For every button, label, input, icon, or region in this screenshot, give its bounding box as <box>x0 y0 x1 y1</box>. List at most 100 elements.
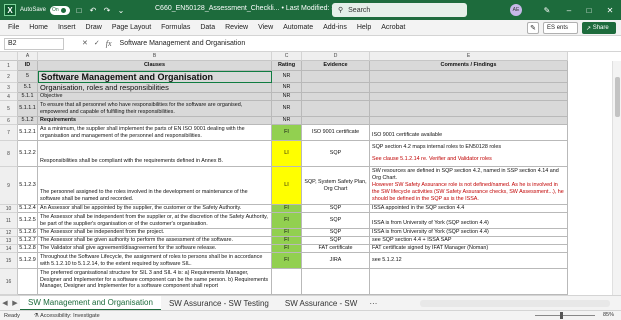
header-comments[interactable]: Comments / Findings <box>370 61 568 71</box>
avatar[interactable]: AE <box>510 4 522 16</box>
cell-evidence[interactable]: SQP <box>302 141 370 167</box>
cell-evidence[interactable]: FAT certificate <box>302 245 370 253</box>
header-rating[interactable]: Rating <box>272 61 302 71</box>
row-header[interactable]: 9 <box>0 167 18 205</box>
cell-comment[interactable] <box>370 101 568 117</box>
cell-id[interactable]: 5.1.2.3 <box>18 167 38 205</box>
cell-id[interactable]: 5.1.1 <box>18 93 38 101</box>
horizontal-scrollbar[interactable] <box>420 300 610 307</box>
cell-clause[interactable]: To ensure that all personnel who have re… <box>38 101 272 117</box>
row-header[interactable]: 7 <box>0 125 18 141</box>
scroll-thumb[interactable] <box>615 77 620 117</box>
autosave-toggle[interactable]: On <box>50 5 71 15</box>
zoom-slider-handle[interactable] <box>560 312 563 319</box>
cell-rating[interactable]: NR <box>272 83 302 93</box>
cell-clause[interactable]: Objective <box>38 93 272 101</box>
cell-rating[interactable]: FI <box>272 229 302 237</box>
tab-home[interactable]: Home <box>24 24 53 31</box>
row-header[interactable]: 10 <box>0 205 18 213</box>
close-icon[interactable]: ✕ <box>603 3 617 17</box>
cell-clause[interactable]: As a minimum, the supplier shall impleme… <box>38 125 272 141</box>
tab-insert[interactable]: Insert <box>53 24 81 31</box>
column-header-d[interactable]: D <box>302 52 370 61</box>
save-icon[interactable]: □ <box>74 5 84 15</box>
cell-comment[interactable] <box>370 269 568 295</box>
row-header[interactable]: 2 <box>0 71 18 83</box>
cell-comment[interactable]: FAT certificate signed by IFAT Manager (… <box>370 245 568 253</box>
cell-comment[interactable] <box>370 71 568 83</box>
cell-rating[interactable]: LI <box>272 167 302 205</box>
cell-rating[interactable]: FI <box>272 237 302 245</box>
cell-id[interactable]: 5.1.2.7 <box>18 237 38 245</box>
zoom-level[interactable]: 85% <box>603 312 614 318</box>
row-header[interactable]: 14 <box>0 245 18 253</box>
cell-clause[interactable]: The Assessor shall be given authority to… <box>38 237 272 245</box>
cell-id[interactable]: 5.1 <box>18 83 38 93</box>
sheet-next-icon[interactable]: ▶ <box>10 299 20 307</box>
cell-id[interactable]: 5 <box>18 71 38 83</box>
cell-id[interactable]: 5.1.2.5 <box>18 213 38 229</box>
tab-automate[interactable]: Automate <box>278 24 318 31</box>
tab-page-layout[interactable]: Page Layout <box>107 24 156 31</box>
cell-comment[interactable]: see 5.1.2.12 <box>370 253 568 269</box>
cell-clause[interactable]: Throughout the Software Lifecycle, the a… <box>38 253 272 269</box>
column-header-b[interactable]: B <box>38 52 272 61</box>
cell-id[interactable]: 5.1.2.4 <box>18 205 38 213</box>
cell-rating[interactable]: FI <box>272 253 302 269</box>
column-header-a[interactable]: A <box>18 52 38 61</box>
cell-comment[interactable]: ISSA is from University of York (SQP sec… <box>370 213 568 229</box>
cell-clause[interactable]: The personnel assigned to the roles invo… <box>38 167 272 205</box>
cancel-icon[interactable]: ✕ <box>82 39 88 48</box>
cell-comment[interactable]: SQP section 4.2 maps internal roles to E… <box>370 141 568 167</box>
cell-rating[interactable]: LI <box>272 141 302 167</box>
tab-formulas[interactable]: Formulas <box>156 24 195 31</box>
cell-clause[interactable]: Organisation, roles and responsibilities <box>38 83 272 93</box>
cell-comment[interactable]: ISO 9001 certificate available <box>370 125 568 141</box>
header-clauses[interactable]: Clauses <box>38 61 272 71</box>
tab-review[interactable]: Review <box>220 24 253 31</box>
cell-id[interactable]: 5.1.2.2 <box>18 141 38 167</box>
sheet-tab-sw-testing[interactable]: SW Assurance - SW Testing <box>161 296 277 311</box>
tab-draw[interactable]: Draw <box>80 24 106 31</box>
cell-clause[interactable]: An Assessor shall be appointed by the su… <box>38 205 272 213</box>
sheet-tab-sw-assurance[interactable]: SW Assurance - SW <box>277 296 365 311</box>
copilot-icon[interactable]: ✎ <box>540 3 554 17</box>
cell-clause[interactable]: The Assessor shall be independent from t… <box>38 229 272 237</box>
row-header[interactable]: 12 <box>0 229 18 237</box>
cell-comment[interactable]: ISSA is from University of York (SQP sec… <box>370 229 568 237</box>
sheet-prev-icon[interactable]: ◀ <box>0 299 10 307</box>
column-header-e[interactable]: E <box>370 52 568 61</box>
cell-comment[interactable] <box>370 117 568 125</box>
cell-clause[interactable]: Responsibilities shall be compliant with… <box>38 141 272 167</box>
cell-evidence[interactable] <box>302 269 370 295</box>
header-evidence[interactable]: Evidence <box>302 61 370 71</box>
search-box[interactable]: ⚲ Search <box>332 3 467 17</box>
cell-rating[interactable]: FI <box>272 213 302 229</box>
comment-icon[interactable]: ✎ <box>527 22 539 34</box>
row-header[interactable]: 15 <box>0 253 18 269</box>
redo-icon[interactable]: ↷ <box>102 5 112 15</box>
cell-id[interactable] <box>18 269 38 295</box>
row-header[interactable]: 1 <box>0 61 18 71</box>
column-header-c[interactable]: C <box>272 52 302 61</box>
cell-clause[interactable]: The Validator shall give agreement/disag… <box>38 245 272 253</box>
cell-evidence[interactable]: SQP <box>302 213 370 229</box>
row-header[interactable]: 4 <box>0 93 18 101</box>
cell-id[interactable]: 5.1.2.6 <box>18 229 38 237</box>
cell-evidence[interactable] <box>302 101 370 117</box>
worksheet-grid[interactable]: A B C D E 1 ID Clauses Rating Evidence C… <box>0 52 621 295</box>
maximize-icon[interactable]: □ <box>582 3 596 17</box>
cell-evidence[interactable] <box>302 117 370 125</box>
cell-id[interactable]: 5.1.2.1 <box>18 125 38 141</box>
cell-rating[interactable]: FI <box>272 205 302 213</box>
cell-evidence[interactable] <box>302 83 370 93</box>
zoom-slider[interactable] <box>535 315 595 316</box>
tab-add-ins[interactable]: Add-ins <box>318 24 352 31</box>
vertical-scrollbar[interactable] <box>612 61 621 295</box>
tab-view[interactable]: View <box>253 24 278 31</box>
cell-evidence[interactable] <box>302 93 370 101</box>
minimize-icon[interactable]: – <box>562 3 576 17</box>
row-header[interactable]: 8 <box>0 141 18 167</box>
cell-evidence[interactable]: SQP <box>302 229 370 237</box>
row-header[interactable]: 16 <box>0 269 18 295</box>
